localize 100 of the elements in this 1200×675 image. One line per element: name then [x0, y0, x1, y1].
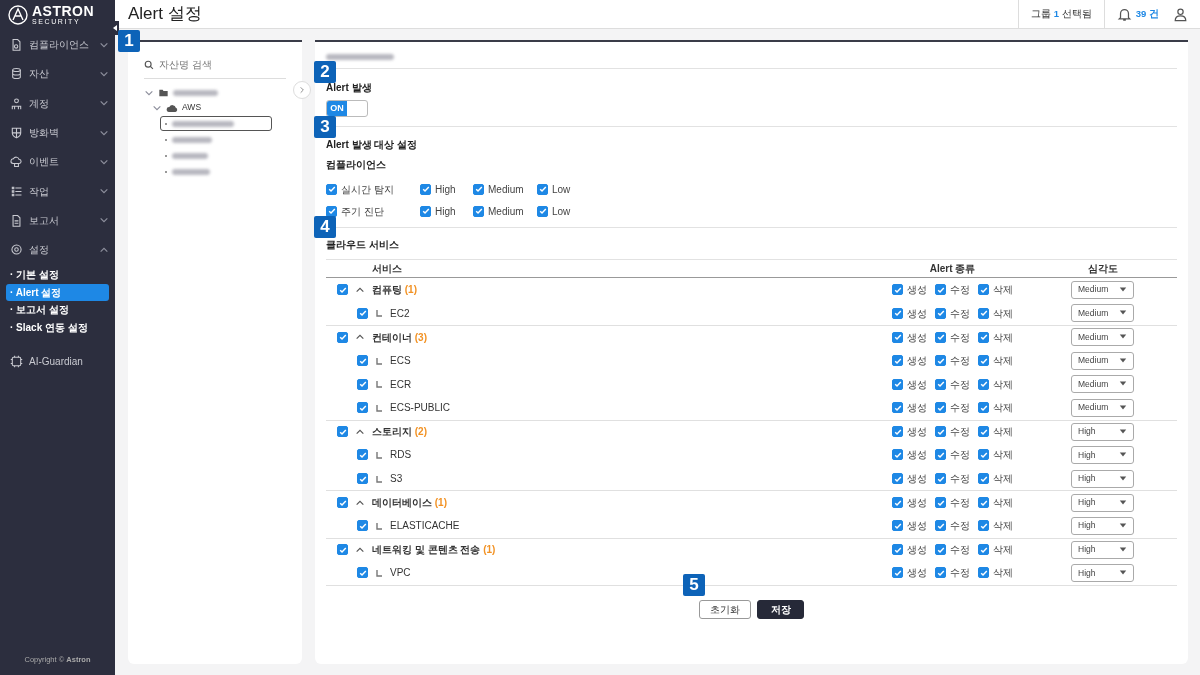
- checkbox[interactable]: [978, 378, 989, 390]
- checkbox[interactable]: [357, 449, 368, 461]
- severity-dropdown[interactable]: High: [1071, 445, 1134, 464]
- checkbox[interactable]: [978, 307, 989, 319]
- checkbox[interactable]: [892, 426, 903, 438]
- checkbox[interactable]: [978, 544, 989, 556]
- branch-icon: [375, 474, 383, 483]
- severity-dropdown[interactable]: Medium: [1071, 304, 1134, 323]
- checkbox[interactable]: [978, 449, 989, 461]
- checkbox[interactable]: [337, 497, 348, 509]
- checkbox[interactable]: [473, 205, 484, 217]
- checkbox[interactable]: [978, 402, 989, 414]
- user-icon[interactable]: [1173, 6, 1188, 22]
- checkbox[interactable]: [892, 497, 903, 509]
- checkbox[interactable]: [978, 332, 989, 343]
- checkbox[interactable]: [420, 183, 431, 195]
- checkbox[interactable]: [935, 449, 946, 461]
- severity-dropdown[interactable]: Medium: [1071, 280, 1134, 299]
- checkbox[interactable]: [537, 183, 548, 195]
- checkbox[interactable]: [935, 307, 946, 319]
- submenu-item[interactable]: · Alert 설정: [6, 283, 109, 302]
- submenu-item[interactable]: · Slack 연동 설정: [6, 318, 109, 337]
- checkbox[interactable]: [892, 355, 903, 367]
- checkbox[interactable]: [935, 402, 946, 414]
- checkbox[interactable]: [357, 567, 368, 579]
- menu-item[interactable]: 설정: [0, 235, 115, 265]
- severity-dropdown[interactable]: High: [1071, 516, 1134, 535]
- checkbox[interactable]: [537, 205, 548, 217]
- checkbox[interactable]: [892, 284, 903, 296]
- service-group-name: 스토리지 (2): [372, 425, 427, 440]
- checkbox[interactable]: [337, 544, 348, 556]
- menu-item[interactable]: AI-Guardian: [0, 346, 115, 376]
- checkbox[interactable]: [326, 205, 337, 217]
- bell-icon[interactable]: [1116, 6, 1132, 22]
- checkbox[interactable]: [357, 402, 368, 414]
- checkbox[interactable]: [978, 355, 989, 367]
- severity-dropdown[interactable]: Medium: [1071, 398, 1134, 417]
- checkbox[interactable]: [357, 307, 368, 319]
- checkbox[interactable]: [935, 378, 946, 390]
- checkbox[interactable]: [337, 426, 348, 438]
- toggle-switch[interactable]: ON: [326, 100, 368, 118]
- checkbox[interactable]: [892, 402, 903, 414]
- tree-label[interactable]: AWS: [182, 101, 202, 114]
- notification-count[interactable]: 39 건: [1135, 6, 1159, 22]
- checkbox[interactable]: [337, 284, 348, 296]
- collapse-handle-icon[interactable]: [111, 21, 119, 35]
- severity-dropdown[interactable]: Medium: [1071, 351, 1134, 370]
- checkbox[interactable]: [892, 520, 903, 532]
- checkbox[interactable]: [473, 183, 484, 195]
- checkbox[interactable]: [978, 497, 989, 509]
- checkbox[interactable]: [892, 332, 903, 343]
- checkbox[interactable]: [935, 520, 946, 532]
- menu-item[interactable]: 작업: [0, 176, 115, 206]
- checkbox-label: 삭제: [993, 543, 1013, 558]
- checkbox[interactable]: [935, 426, 946, 438]
- checkbox[interactable]: [892, 567, 903, 579]
- checkbox[interactable]: [935, 355, 946, 367]
- checkbox[interactable]: [978, 520, 989, 532]
- checkbox[interactable]: [357, 355, 368, 367]
- menu-item[interactable]: 계정: [0, 88, 115, 118]
- submenu-item[interactable]: · 보고서 설정: [6, 301, 109, 319]
- checkbox[interactable]: [978, 567, 989, 579]
- checkbox[interactable]: [935, 284, 946, 296]
- menu-item[interactable]: 컴플라이언스: [0, 30, 115, 60]
- checkbox[interactable]: [978, 284, 989, 296]
- checkbox[interactable]: [892, 473, 903, 485]
- severity-dropdown[interactable]: High: [1071, 469, 1134, 488]
- severity-dropdown[interactable]: High: [1071, 422, 1134, 441]
- menu-item[interactable]: 방화벽: [0, 117, 115, 148]
- checkbox[interactable]: [337, 332, 348, 343]
- severity-dropdown[interactable]: High: [1071, 540, 1134, 559]
- checkbox[interactable]: [357, 378, 368, 390]
- menu-item[interactable]: 이벤트: [0, 147, 115, 177]
- checkbox[interactable]: [420, 205, 431, 217]
- submenu-item[interactable]: · 기본 설정: [6, 266, 109, 284]
- severity-dropdown[interactable]: High: [1071, 493, 1134, 512]
- action-button[interactable]: 저장: [757, 599, 804, 619]
- action-button[interactable]: 초기화: [699, 599, 751, 619]
- severity-dropdown[interactable]: Medium: [1071, 328, 1134, 347]
- checkbox[interactable]: [935, 567, 946, 579]
- menu-item[interactable]: 보고서: [0, 205, 115, 236]
- checkbox[interactable]: [892, 449, 903, 461]
- severity-dropdown[interactable]: Medium: [1071, 375, 1134, 394]
- menu-item[interactable]: 자산: [0, 59, 115, 89]
- checkbox[interactable]: [892, 544, 903, 556]
- caret-icon: [1119, 498, 1127, 507]
- caret-icon: [1119, 427, 1127, 436]
- checkbox[interactable]: [892, 378, 903, 390]
- checkbox[interactable]: [892, 307, 903, 319]
- checkbox[interactable]: [935, 332, 946, 343]
- checkbox[interactable]: [978, 473, 989, 485]
- checkbox[interactable]: [935, 497, 946, 509]
- tree-item[interactable]: [160, 116, 272, 131]
- checkbox[interactable]: [357, 473, 368, 485]
- checkbox[interactable]: [326, 183, 337, 195]
- severity-dropdown[interactable]: High: [1071, 563, 1134, 582]
- checkbox[interactable]: [935, 544, 946, 556]
- checkbox[interactable]: [978, 426, 989, 438]
- checkbox[interactable]: [357, 520, 368, 532]
- checkbox[interactable]: [935, 473, 946, 485]
